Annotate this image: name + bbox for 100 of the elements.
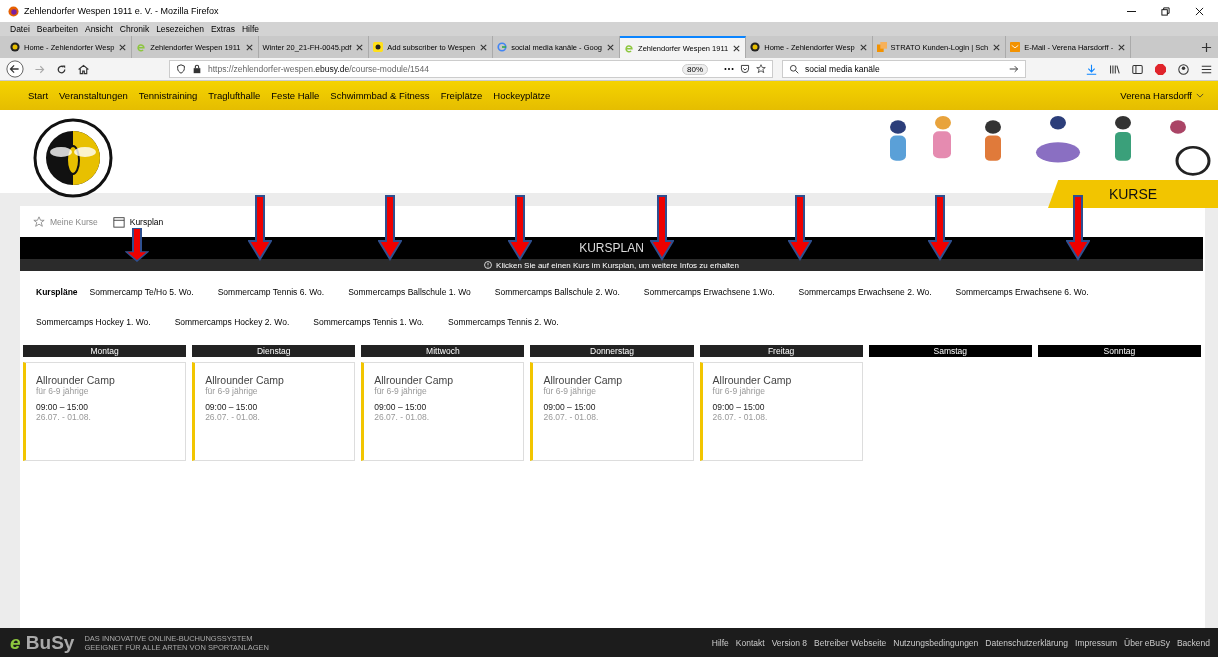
breadcrumb-link[interactable]: Meine Kurse	[50, 216, 98, 227]
account-icon[interactable]	[1178, 63, 1189, 75]
shield-icon	[176, 64, 186, 74]
course-subtitle: für 6-9 jährige	[36, 386, 90, 396]
arrow-right-icon[interactable]	[1009, 64, 1019, 74]
nav-link[interactable]: Tennistraining	[138, 90, 198, 101]
star-icon[interactable]	[756, 64, 766, 74]
plan-link[interactable]: Sommercamps Ballschule 1. Wo	[348, 287, 471, 301]
menu-item[interactable]: Extras	[210, 24, 235, 34]
footer-link[interactable]: Version 8	[771, 637, 808, 648]
footer-link[interactable]: Kontakt	[735, 637, 765, 648]
footer-link[interactable]: Betreiber Webseite	[814, 637, 887, 648]
course-subtitle: für 6-9 jährige	[712, 386, 766, 396]
plan-link[interactable]: Sommercamps Tennis 1. Wo.	[313, 317, 424, 331]
back-icon[interactable]	[6, 60, 24, 78]
course-card[interactable]: Allrounder Camp für 6-9 jährige 09:00 – 15:00 26.07. - 01.08.	[361, 362, 525, 461]
plan-link[interactable]: Sommercamps Hockey 1. Wo.	[36, 317, 151, 331]
search-field[interactable]: social media kanäle	[782, 60, 1026, 78]
footer-link[interactable]: Nutzungsbedingungen	[893, 637, 979, 648]
pocket-icon[interactable]	[740, 64, 750, 74]
library-icon[interactable]	[1109, 63, 1120, 75]
close-icon[interactable]	[355, 42, 365, 52]
footer-link[interactable]: Datenschutzerklärung	[985, 637, 1068, 648]
close-icon[interactable]	[992, 42, 1002, 52]
plan-link[interactable]: Sommercamp Tennis 6. Wo.	[217, 287, 325, 301]
close-icon[interactable]	[1195, 6, 1204, 16]
arrow-down-icon	[248, 195, 272, 261]
course-card[interactable]: Allrounder Camp für 6-9 jährige 09:00 – 15:00 26.07. - 01.08.	[23, 362, 187, 461]
new-tab-icon[interactable]	[1201, 41, 1212, 53]
menu-item[interactable]: Bearbeiten	[36, 24, 78, 34]
nav-link[interactable]: Schwimmbad & Fitness	[330, 90, 430, 101]
course-card[interactable]: Allrounder Camp für 6-9 jährige 09:00 – 15:00 26.07. - 01.08.	[192, 362, 356, 461]
footer-link[interactable]: Hilfe	[711, 637, 729, 648]
close-icon[interactable]	[858, 42, 868, 52]
footer-link[interactable]: Impressum	[1075, 637, 1118, 648]
course-card[interactable]: Allrounder Camp für 6-9 jährige 09:00 – 15:00 26.07. - 01.08.	[530, 362, 694, 461]
plan-link[interactable]: Sommercamps Erwachsene 1.Wo.	[643, 287, 775, 301]
reload-icon[interactable]	[55, 62, 68, 76]
menu-item[interactable]: Lesezeichen	[156, 24, 204, 34]
plan-link[interactable]: Sommercamps Erwachsene 2. Wo.	[798, 287, 932, 301]
menu-item[interactable]: Chronik	[119, 24, 150, 34]
restore-icon[interactable]	[1161, 6, 1170, 16]
close-icon[interactable]	[479, 42, 489, 52]
nav-link[interactable]: Start	[28, 90, 49, 101]
user-menu[interactable]: Verena Harsdorff	[1120, 90, 1192, 101]
info-text: Klicken Sie auf einen Kurs im Kursplan, um weitere Infos zu erhalten	[496, 260, 739, 270]
plan-link[interactable]: Sommercamps Tennis 2. Wo.	[448, 317, 559, 331]
plan-link[interactable]: Sommercamps Erwachsene 6. Wo.	[955, 287, 1089, 301]
download-icon[interactable]	[1086, 63, 1097, 75]
plan-link[interactable]: Sommercamps Ballschule 2. Wo.	[494, 287, 620, 301]
plan-link[interactable]: Sommercamp Te/Ho 5. Wo.	[89, 287, 194, 301]
arrow-down-icon	[788, 195, 812, 261]
stop-sign-icon[interactable]	[1155, 63, 1166, 75]
course-subtitle: für 6-9 jährige	[374, 386, 428, 396]
course-title: Allrounder Camp	[374, 374, 455, 386]
course-time: 09:00 – 15:00	[36, 402, 89, 412]
title-bar: KURSPLAN	[20, 237, 1203, 259]
day-header: Donnerstag	[530, 345, 694, 357]
plan-link[interactable]: Sommercamps Hockey 2. Wo.	[174, 317, 290, 331]
nav-link[interactable]: Traglufthalle	[208, 90, 261, 101]
google-icon	[497, 42, 508, 52]
close-icon[interactable]	[1117, 42, 1127, 52]
course-subtitle: für 6-9 jährige	[543, 386, 597, 396]
footer-link[interactable]: Über eBuSy	[1124, 637, 1170, 648]
nav-link[interactable]: Feste Halle	[271, 90, 320, 101]
close-icon[interactable]	[606, 42, 616, 52]
menu-item[interactable]: Ansicht	[84, 24, 113, 34]
close-icon[interactable]	[244, 42, 254, 52]
course-dates: 26.07. - 01.08.	[205, 412, 261, 422]
course-title: Allrounder Camp	[36, 374, 116, 386]
footer-link[interactable]: Backend	[1176, 637, 1210, 648]
zoom-badge[interactable]: 80%	[682, 63, 708, 75]
info-icon	[484, 261, 493, 269]
menu-icon[interactable]	[1201, 63, 1212, 75]
lock-icon	[192, 64, 202, 74]
sidebar-icon[interactable]	[1132, 63, 1143, 75]
calendar-icon[interactable]	[112, 215, 125, 228]
window-title: Zehlendorfer Wespen 1911 e. V. - Mozilla Firefox	[24, 6, 219, 16]
course-dates: 26.07. - 01.08.	[36, 412, 92, 422]
course-card[interactable]: Allrounder Camp für 6-9 jährige 09:00 – 15:00 26.07. - 01.08.	[699, 362, 863, 461]
menu-item[interactable]: Hilfe	[241, 24, 259, 34]
day-header: Montag	[23, 345, 187, 357]
home-icon[interactable]	[77, 62, 90, 76]
breadcrumb-link[interactable]: Kursplan	[129, 216, 164, 227]
leaf-icon	[136, 42, 147, 52]
nav-link[interactable]: Hockeyplätze	[493, 90, 551, 101]
course-dates: 26.07. - 01.08.	[712, 412, 769, 422]
course-title: Allrounder Camp	[712, 374, 793, 386]
day-header: Sonntag	[1037, 345, 1201, 357]
course-subtitle: für 6-9 jährige	[205, 386, 259, 396]
close-icon[interactable]	[732, 43, 742, 53]
chevron-down-icon[interactable]	[1196, 93, 1204, 98]
ebusy-logo: e BuSy	[10, 631, 75, 654]
url-text: https://zehlendorfer-wespen.ebusy.de/course-module/1544	[208, 64, 430, 74]
address-bar[interactable]: https://zehlendorfer-wespen.ebusy.de/course-module/1544 80%	[169, 60, 773, 78]
nav-link[interactable]: Veranstaltungen	[59, 90, 128, 101]
close-icon[interactable]	[118, 42, 128, 52]
star-icon[interactable]	[33, 215, 45, 228]
menu-item[interactable]: Datei	[10, 24, 30, 34]
nav-link[interactable]: Freiplätze	[440, 90, 483, 101]
